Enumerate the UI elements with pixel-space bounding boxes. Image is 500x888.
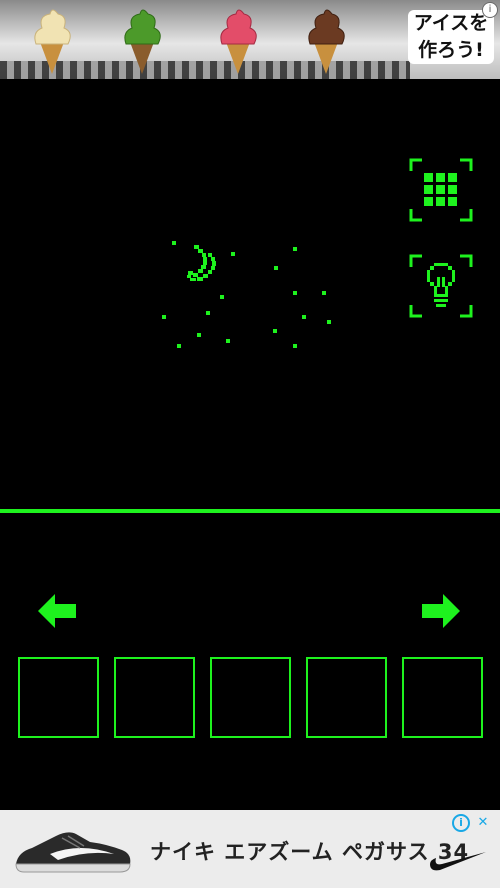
ad-headline: アイスを 作ろう!	[408, 10, 494, 64]
ad-info-icon[interactable]: i	[482, 2, 498, 18]
arrow-left-icon[interactable]	[38, 594, 78, 628]
vanilla-cone-image	[34, 9, 71, 74]
inventory-slot-2[interactable]	[114, 657, 195, 738]
ad-controls: i ✕	[452, 814, 496, 832]
matcha-cone-image	[124, 9, 161, 74]
strawberry-cone-image	[220, 9, 257, 74]
inventory-slot-4[interactable]	[306, 657, 387, 738]
swoosh-icon	[430, 852, 486, 871]
inventory-slot-3[interactable]	[210, 657, 291, 738]
game-scene[interactable]	[0, 79, 500, 511]
inventory-bar	[18, 657, 483, 738]
stars	[162, 241, 331, 348]
inventory-slot-5[interactable]	[402, 657, 483, 738]
scene-divider	[0, 509, 500, 513]
lightbulb-icon	[427, 263, 455, 307]
inventory-slot-1[interactable]	[18, 657, 99, 738]
bottom-ad-banner[interactable]: ナイキ エアズーム ペガサス 34 i ✕	[0, 810, 500, 888]
ad-headline-line1: アイスを	[413, 12, 489, 34]
ad-info-icon-bottom[interactable]: i	[452, 814, 470, 832]
menu-button[interactable]	[408, 157, 474, 223]
moon-icon	[187, 245, 216, 281]
ad-close-icon[interactable]: ✕	[474, 814, 492, 832]
hint-button[interactable]	[408, 253, 474, 319]
ad-headline-line2: 作ろう!	[418, 39, 484, 61]
top-ad-banner[interactable]: アイスを 作ろう! i	[0, 0, 500, 79]
chocolate-cone-image	[308, 9, 345, 74]
grid-icon	[424, 173, 457, 206]
ad-title: ナイキ エアズーム ペガサス 34	[150, 840, 470, 864]
arrow-right-icon[interactable]	[420, 594, 460, 628]
shoe-image	[15, 832, 131, 873]
